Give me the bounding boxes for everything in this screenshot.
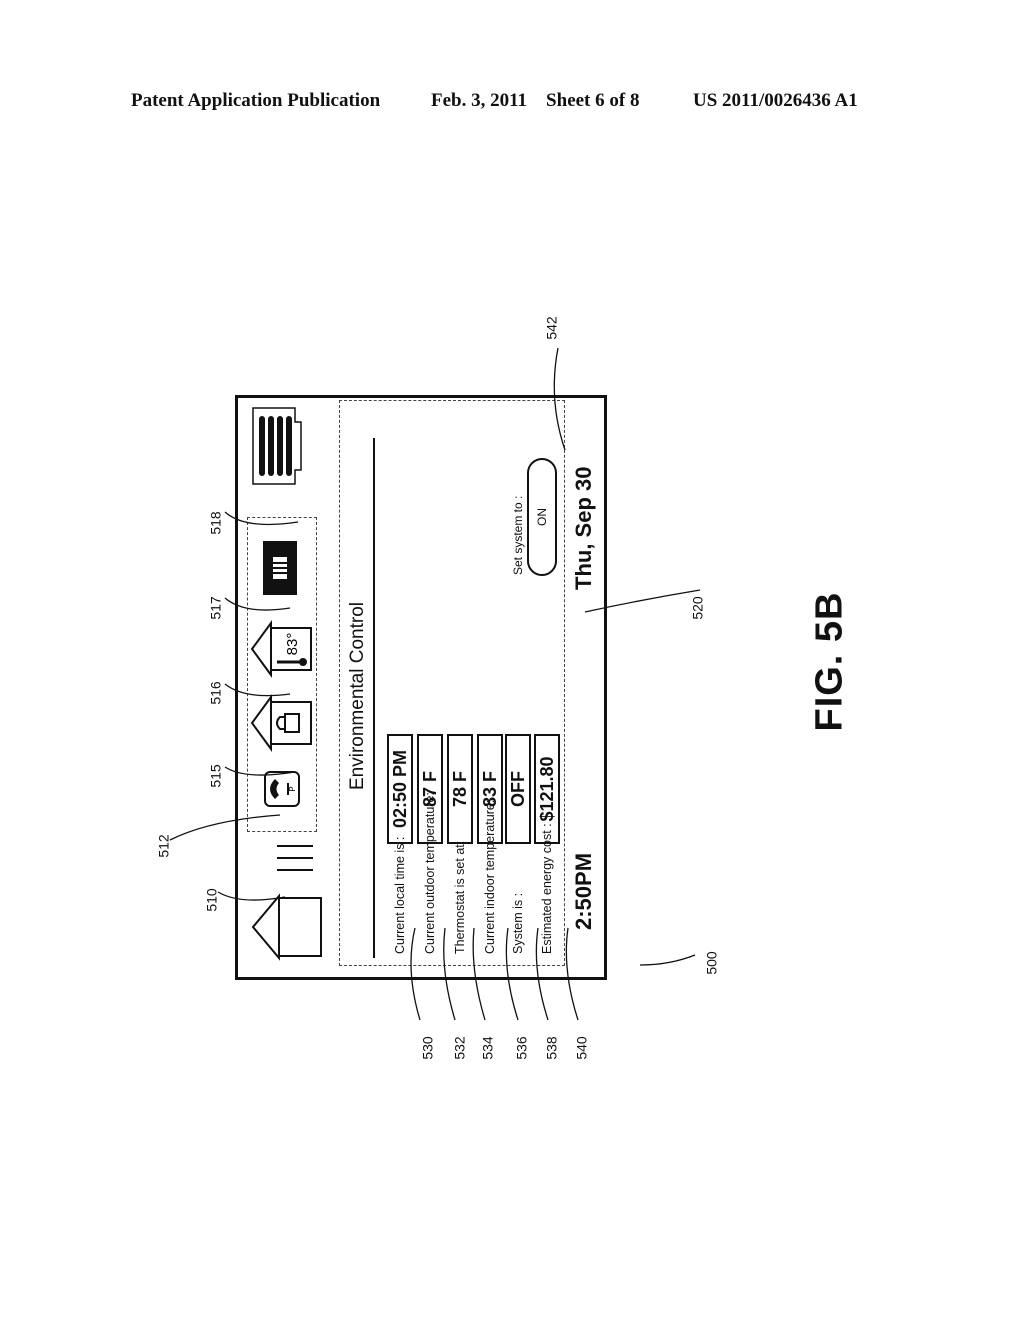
figure-5b: P 83° Environmental Control 02:50 PM 87 bbox=[235, 350, 643, 980]
lock-icon[interactable] bbox=[249, 694, 315, 752]
panel-title: Environmental Control bbox=[347, 602, 368, 790]
publication-date-sheet: Feb. 3, 2011 Sheet 6 of 8 bbox=[431, 90, 640, 111]
thermostat-label: Thermostat is set at: bbox=[453, 840, 467, 954]
ref-516: 516 bbox=[207, 681, 224, 705]
media-icon[interactable] bbox=[263, 541, 297, 595]
set-system-on-button[interactable]: ON bbox=[527, 458, 557, 576]
phone-icon[interactable]: P bbox=[263, 770, 301, 808]
clock-date: Thu, Sep 30 bbox=[571, 466, 596, 590]
ref-515: 515 bbox=[207, 764, 224, 788]
ref-520: 520 bbox=[689, 596, 706, 620]
home-icon[interactable] bbox=[249, 892, 325, 962]
leader-500 bbox=[639, 954, 696, 966]
ref-540: 540 bbox=[573, 1036, 590, 1060]
ref-517: 517 bbox=[207, 596, 224, 620]
ref-532: 532 bbox=[451, 1036, 468, 1060]
ref-518: 518 bbox=[207, 511, 224, 535]
system-status-value: OFF bbox=[505, 734, 531, 844]
thermometer-icon[interactable]: 83° bbox=[249, 620, 315, 678]
local-time-label: Current local time is : bbox=[393, 836, 407, 954]
thermometer-value: 83° bbox=[284, 633, 301, 656]
ref-510: 510 bbox=[203, 888, 220, 912]
energy-cost-label: Estimated energy cost : bbox=[540, 823, 554, 954]
figure-label: FIG. 5B bbox=[808, 591, 851, 732]
ref-536: 536 bbox=[513, 1036, 530, 1060]
outdoor-temp-label: Current outdoor temperature: bbox=[423, 792, 437, 954]
clock-time: 2:50PM bbox=[571, 852, 596, 930]
ref-512: 512 bbox=[155, 834, 172, 858]
title-underline bbox=[373, 438, 375, 958]
ref-538: 538 bbox=[543, 1036, 560, 1060]
set-system-label: Set system to : bbox=[511, 495, 525, 575]
ref-530: 530 bbox=[419, 1036, 436, 1060]
ref-542: 542 bbox=[543, 316, 560, 340]
ref-534: 534 bbox=[479, 1036, 496, 1060]
menu-lines-icon[interactable] bbox=[273, 836, 318, 876]
publication-number: US 2011/0026436 A1 bbox=[693, 90, 858, 111]
local-time-value: 02:50 PM bbox=[387, 734, 413, 844]
menu-bars-icon[interactable] bbox=[251, 406, 303, 486]
svg-text:P: P bbox=[288, 786, 297, 791]
thermostat-value: 78 F bbox=[447, 734, 473, 844]
system-label: System is : bbox=[511, 892, 525, 954]
publication-title: Patent Application Publication bbox=[131, 90, 381, 111]
indoor-temp-label: Current indoor temperature: bbox=[483, 799, 497, 954]
ref-500: 500 bbox=[703, 951, 720, 975]
